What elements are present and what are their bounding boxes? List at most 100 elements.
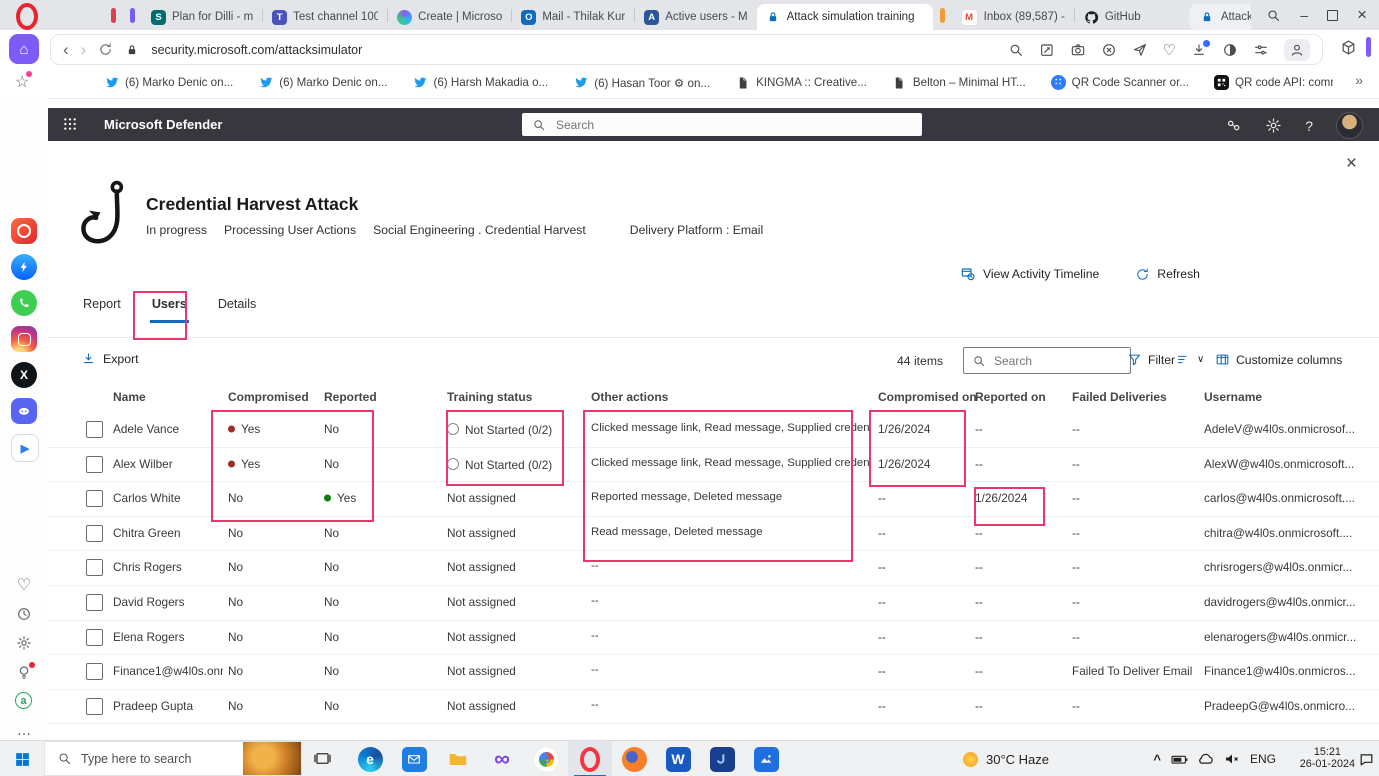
minimize-button[interactable]: – [1300,10,1308,20]
sidebar-app-player-icon[interactable]: ▶ [11,434,39,462]
row-checkbox[interactable] [86,421,103,438]
search-highlight-image[interactable] [243,742,301,775]
row-checkbox[interactable] [86,663,103,680]
taskbar-app-word[interactable]: W [656,741,700,776]
row-checkbox[interactable] [86,594,103,611]
bookmark-item[interactable]: (6) Marko Denic on... [258,75,387,90]
browser-tab[interactable]: GitHub [1075,4,1179,30]
taskbar-app-edge[interactable]: e [348,741,392,776]
user-avatar[interactable] [1336,112,1363,139]
sidebar-app-app-orange-icon[interactable] [11,218,37,244]
bookmark-item[interactable]: KINGMA :: Creative... [735,75,867,90]
browser-tab[interactable]: Create | Microso [388,4,511,30]
sidebar-settings-icon[interactable] [15,634,33,652]
address-snapshot-camera-icon[interactable] [1070,42,1086,58]
column-header-comp[interactable]: Compromised [228,390,309,404]
customize-columns-button[interactable]: Customize columns [1215,352,1342,367]
hidden-icons-caret[interactable]: ^ [1153,741,1161,776]
bookmarks-star-icon[interactable]: ☆ [15,72,29,92]
taskbar-app-photos[interactable] [744,741,788,776]
weather-widget[interactable]: 30°C Haze [963,741,1049,776]
back-icon[interactable]: ‹ [63,40,69,60]
taskbar-app-app-blue[interactable] [700,741,744,776]
browser-tab[interactable]: OMail - Thilak Kur [512,4,634,30]
bookmark-item[interactable]: (6) Marko Denic on... [104,75,233,90]
row-checkbox[interactable] [86,525,103,542]
tab-users[interactable]: Users [150,291,189,323]
tab-island-indicator[interactable] [130,8,135,23]
row-checkbox[interactable] [86,698,103,715]
table-search-input[interactable] [992,353,1122,369]
column-header-compon[interactable]: Compromised on [878,390,977,404]
taskbar-app-file-explorer[interactable] [436,741,480,776]
onedrive-cloud-icon[interactable] [1197,741,1215,776]
sidebar-history-icon[interactable] [15,605,33,623]
taskbar-app-chrome[interactable]: G [524,741,568,776]
url-text[interactable]: security.microsoft.com/attacksimulator [151,43,362,57]
table-row[interactable]: Pradeep GuptaNoNoNot assigned--------Pra… [48,689,1379,725]
tab-details[interactable]: Details [216,291,259,323]
address-settings-sliders-icon[interactable] [1253,42,1269,58]
row-checkbox[interactable] [86,559,103,576]
extensions-cube-icon[interactable] [1340,39,1357,56]
close-window-button[interactable]: × [1357,5,1367,25]
table-row[interactable]: Elena RogersNoNoNot assigned--------elen… [48,620,1379,656]
reload-icon[interactable] [98,42,113,57]
taskbar-app-visual-studio[interactable]: ∞ [480,741,524,776]
bookmark-item[interactable]: QR code API: comm... [1214,75,1333,90]
taskbar-app-mail[interactable] [392,741,436,776]
table-search-box[interactable] [963,347,1131,374]
maximize-button[interactable] [1327,10,1338,21]
sidebar-tips-icon[interactable] [15,663,33,681]
column-header-other[interactable]: Other actions [591,390,668,404]
defender-search-box[interactable] [522,113,922,136]
browser-tab[interactable]: Attack simulation training [757,4,933,30]
task-view-icon[interactable] [313,749,332,768]
tab-island-indicator[interactable] [111,8,116,23]
browser-tab[interactable]: MInbox (89,587) - [952,4,1074,30]
defender-search-input[interactable] [554,117,912,133]
view-activity-timeline-button[interactable]: View Activity Timeline [960,266,1099,282]
address-field[interactable]: ‹ › security.microsoft.com/attacksimulat… [50,34,1323,65]
address-downloads-icon[interactable] [1191,42,1207,58]
group-button[interactable]: ∨ [1176,352,1204,367]
opera-menu-button[interactable] [12,3,42,29]
bookmarks-overflow-icon[interactable]: » [1355,72,1363,88]
table-row[interactable]: David RogersNoNoNot assigned--------davi… [48,585,1379,621]
browser-tab[interactable]: Attack simulatio [1191,4,1251,30]
export-button[interactable]: Export [81,351,139,366]
address-theme-contrast-icon[interactable] [1222,42,1238,58]
taskbar-app-firefox[interactable] [612,741,656,776]
column-header-repon[interactable]: Reported on [975,390,1046,404]
table-row[interactable]: Adele VanceYesNoNot Started (0/2)Clicked… [48,412,1379,448]
row-checkbox[interactable] [86,490,103,507]
workspace-button[interactable]: ⌂ [9,34,39,64]
column-header-train[interactable]: Training status [447,390,532,404]
action-center-icon[interactable] [1358,741,1375,776]
start-button[interactable] [0,741,44,776]
column-header-name[interactable]: Name [113,390,146,404]
bookmark-item[interactable]: (6) Hasan Toor ⚙ on... [573,75,710,90]
bookmark-item[interactable]: Belton – Minimal HT... [892,75,1026,90]
sidebar-more-icon[interactable]: … [15,721,33,739]
app-launcher-waffle-icon[interactable] [62,116,78,132]
language-indicator[interactable]: ENG [1250,741,1276,776]
bookmark-item[interactable]: ∷QR Code Scanner or... [1051,75,1189,90]
column-header-user[interactable]: Username [1204,390,1262,404]
sidebar-app-x-icon[interactable]: X [11,362,37,388]
tab-island-indicator[interactable] [940,8,945,23]
browser-tab[interactable]: TTest channel 100 [263,4,387,30]
address-blocker-shield-icon[interactable] [1101,42,1117,58]
taskbar-app-opera[interactable] [568,741,612,776]
address-compose-icon[interactable] [1039,42,1055,58]
tab-report[interactable]: Report [81,291,123,323]
battery-icon[interactable] [1170,741,1189,776]
address-heart-icon[interactable]: ♡ [1163,41,1176,59]
clock-date[interactable]: 15:21 26-01-2024 [1300,741,1355,776]
row-checkbox[interactable] [86,456,103,473]
address-zoom-icon[interactable] [1008,42,1024,58]
sidebar-app-messenger-icon[interactable] [11,254,37,280]
forward-icon[interactable]: › [81,40,87,60]
sidebar-aria-icon[interactable]: a [15,692,32,709]
table-row[interactable]: Alex WilberYesNoNot Started (0/2)Clicked… [48,447,1379,483]
